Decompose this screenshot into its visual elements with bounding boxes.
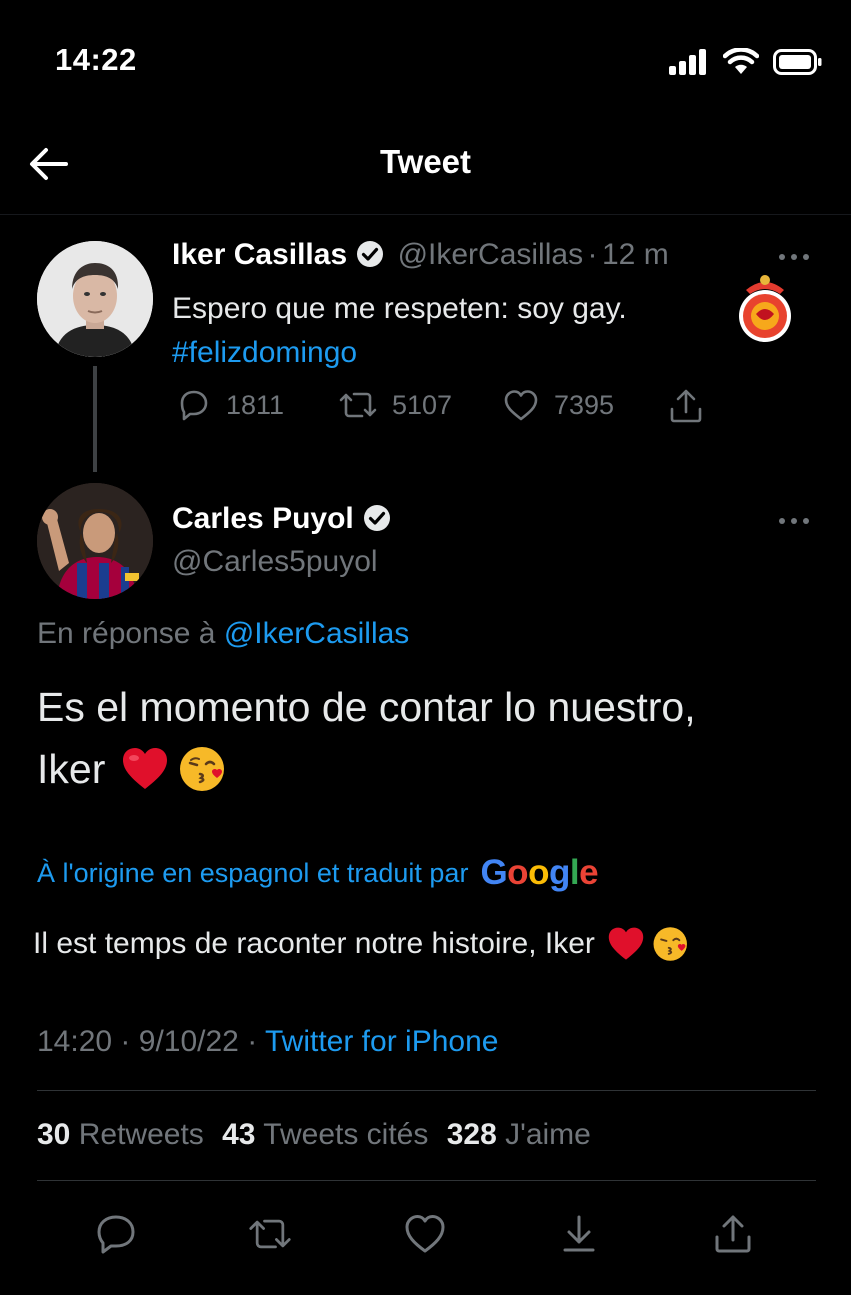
share-icon[interactable] <box>667 387 705 425</box>
reply-prefix: En réponse à <box>37 617 216 650</box>
wifi-icon <box>723 48 759 74</box>
tweet-date: 9/10/22 <box>138 1025 239 1058</box>
like-count: 7395 <box>554 389 615 420</box>
avatar-iker[interactable] <box>37 241 153 357</box>
client-link[interactable]: Twitter for iPhone <box>265 1025 498 1058</box>
kiss-face-icon <box>180 747 225 791</box>
likes-stat[interactable]: 328 J'aime <box>447 1118 591 1151</box>
dot-separator: · <box>120 1025 131 1058</box>
reply-icon[interactable] <box>94 1212 138 1256</box>
retweets-stat[interactable]: 30 Retweets <box>37 1118 204 1151</box>
engagement-stats: 30 Retweets 43 Tweets cités 328 J'aime <box>37 1118 591 1152</box>
red-heart-icon <box>608 927 644 960</box>
thread-line <box>93 366 97 472</box>
retweet-icon[interactable] <box>248 1212 292 1256</box>
retweet-icon <box>339 392 377 418</box>
action-bar <box>0 1200 851 1270</box>
tweet1-body: Espero que me respeten: soy gay. <box>172 292 627 325</box>
translated-by-label: À l'origine en espagnol et traduit par <box>37 857 469 888</box>
tweet2-line1: Es el momento de contar lo nuestro, <box>37 684 696 730</box>
more-icon[interactable] <box>777 252 811 262</box>
tweet2-line2-text: Iker <box>37 746 106 792</box>
tweet1-text: Espero que me respeten: soy gay. #felizd… <box>172 287 627 375</box>
tweet2-line2: Iker <box>37 738 817 800</box>
author-name[interactable]: Carles Puyol <box>172 502 354 535</box>
like-icon[interactable] <box>403 1212 447 1256</box>
like-icon <box>504 390 538 421</box>
divider <box>37 1090 816 1091</box>
reply-handle-link[interactable]: @IkerCasillas <box>224 617 410 650</box>
kiss-face-icon <box>653 927 687 961</box>
translated-text: Il est temps de raconter notre histoire,… <box>33 925 691 963</box>
separator-dot: · <box>587 238 598 271</box>
quotes-stat[interactable]: 43 Tweets cités <box>222 1118 428 1151</box>
likes-label: J'aime <box>505 1118 591 1151</box>
tweet-time: 14:20 <box>37 1025 113 1058</box>
avatar-puyol[interactable] <box>37 483 153 599</box>
retweet-action[interactable]: 5107 <box>338 387 452 423</box>
author-name[interactable]: Iker Casillas <box>172 238 347 271</box>
likes-count: 328 <box>446 1118 497 1151</box>
reply-count: 1811 <box>226 389 285 420</box>
bookmark-icon[interactable] <box>557 1212 601 1256</box>
reply-context: En réponse à @IkerCasillas <box>37 617 409 651</box>
share-icon[interactable] <box>711 1212 755 1256</box>
tweet-time: 12 m <box>601 238 669 271</box>
reply-icon <box>180 390 208 421</box>
tweet1-header: Iker Casillas @IkerCasillas · 12 m <box>172 238 669 272</box>
author-handle[interactable]: @IkerCasillas <box>398 238 584 271</box>
more-icon[interactable] <box>777 516 811 526</box>
reply-action[interactable]: 1811 <box>176 387 284 423</box>
status-icons <box>669 48 823 76</box>
retweets-count: 30 <box>37 1118 71 1151</box>
translation-body: Il est temps de raconter notre histoire,… <box>33 927 595 960</box>
author-handle[interactable]: @Carles5puyol <box>172 545 378 579</box>
translation-attribution[interactable]: À l'origine en espagnol et traduit par G… <box>37 853 599 893</box>
verified-icon <box>363 505 390 531</box>
dot-separator: · <box>247 1025 258 1058</box>
quotes-count: 43 <box>222 1118 256 1151</box>
red-heart-icon <box>123 748 168 789</box>
battery-icon <box>773 49 822 75</box>
quotes-label: Tweets cités <box>263 1118 429 1151</box>
hashtag-link[interactable]: #felizdomingo <box>172 331 627 375</box>
signal-icon <box>669 49 706 75</box>
tweet2-header: Carles Puyol <box>172 502 392 536</box>
retweets-label: Retweets <box>78 1118 204 1151</box>
tweet2-text: Es el momento de contar lo nuestro, Iker <box>37 676 817 800</box>
tweet-meta: 14:20 · 9/10/22 · Twitter for iPhone <box>37 1025 498 1059</box>
verified-icon <box>357 241 384 267</box>
google-logo: Google <box>480 853 599 892</box>
status-time: 14:22 <box>55 42 137 77</box>
header-divider <box>0 214 851 215</box>
divider <box>37 1180 816 1181</box>
page-title: Tweet <box>379 143 472 180</box>
like-action[interactable]: 7395 <box>502 387 614 423</box>
retweet-count: 5107 <box>392 389 453 420</box>
club-crest-icon <box>739 275 791 342</box>
